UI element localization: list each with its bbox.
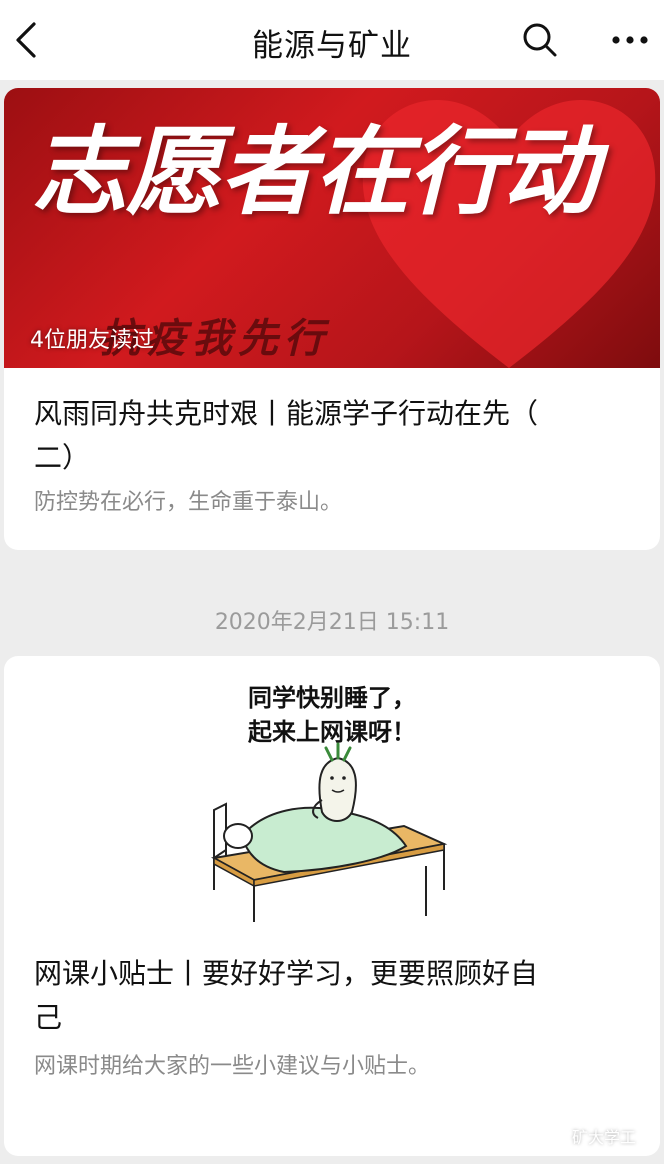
more-horizontal-icon [612,36,648,44]
article-title-line: 二） [34,441,91,474]
cover-headline: 志愿者在行动 [32,115,598,228]
watermark-text: 矿大学工 [572,1128,637,1147]
article-title-line: 网课小贴士丨要好好学习，更要照顾好自 [34,957,539,990]
friends-read-label: 4位朋友读过 [30,328,154,353]
article-title-line: 己 [34,1001,63,1034]
article-cover-image: 同学快别睡了， 起来上网课呀！ [194,660,470,932]
article-title-line: 风雨同舟共克时艰丨能源学子行动在先（ [34,397,539,430]
wechat-icon [546,1131,568,1146]
top-nav-bar: 能源与矿业 [0,0,664,80]
article-card[interactable]: 同学快别睡了， 起来上网课呀！ 网课小贴士丨要好好学习，更要照顾好自 己 网课时… [4,656,660,1156]
account-watermark: 矿大学工 [546,1124,636,1148]
search-icon [523,23,557,57]
cover-caption-line: 同学快别睡了， [248,684,416,712]
article-card[interactable]: 志愿者在行动 抗疫我先行 4位朋友读过 风雨同舟共克时艰丨能源学子行动在先（ 二… [4,88,660,550]
search-button[interactable] [520,20,560,60]
more-button[interactable] [608,22,652,58]
article-cover-image: 志愿者在行动 抗疫我先行 4位朋友读过 [4,88,660,368]
page-title: 能源与矿业 [252,28,412,64]
article-title[interactable]: 网课小贴士丨要好好学习，更要照顾好自 己 [34,952,630,1040]
message-timestamp: 2020年2月21日 15:11 [214,610,450,635]
article-description: 防控势在必行，生命重于泰山。 [34,490,343,515]
article-description: 网课时期给大家的一些小建议与小贴士。 [34,1054,431,1079]
article-title[interactable]: 风雨同舟共克时艰丨能源学子行动在先（ 二） [34,392,630,480]
sleeping-student-illustration [210,742,448,922]
